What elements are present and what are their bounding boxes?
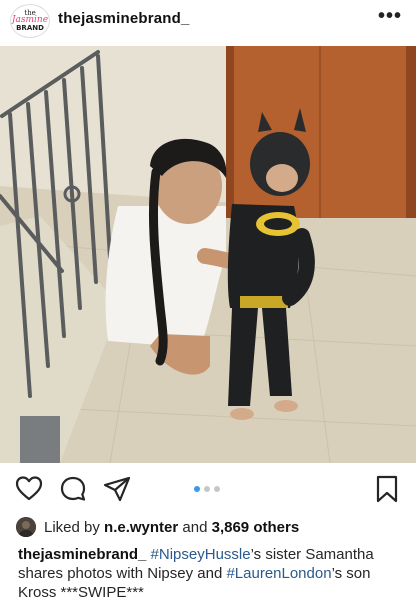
likes-count[interactable]: 3,869 others xyxy=(212,519,300,536)
likes-prefix: Liked by xyxy=(44,519,105,536)
likes-text: Liked by n.e.wynter and 3,869 others xyxy=(44,519,299,536)
post-image[interactable] xyxy=(0,46,416,463)
post-username[interactable]: thejasminebrand_ xyxy=(58,10,190,27)
hashtag-nipseyhussle[interactable]: #NipseyHussle xyxy=(151,546,251,563)
bookmark-icon[interactable] xyxy=(372,474,402,504)
heart-icon[interactable] xyxy=(14,474,44,504)
carousel-dot-active xyxy=(194,486,200,492)
action-bar xyxy=(0,470,416,506)
post-photo-illustration xyxy=(0,46,416,463)
liker-avatar[interactable] xyxy=(16,517,36,537)
profile-avatar[interactable]: the Jasmine BRAND xyxy=(10,4,50,38)
comment-icon[interactable] xyxy=(58,474,88,504)
likes-middle: and xyxy=(178,519,212,536)
more-horizontal-icon[interactable]: ••• xyxy=(378,5,402,28)
logo-text-brand: BRAND xyxy=(16,24,44,32)
caption-username[interactable]: thejasminebrand_ xyxy=(18,546,146,563)
carousel-dot xyxy=(214,486,220,492)
hashtag-laurenlondon[interactable]: #LaurenLondon xyxy=(226,565,331,582)
post-caption: thejasminebrand_ #NipseyHussle’s sister … xyxy=(18,545,408,602)
share-icon[interactable] xyxy=(102,474,132,504)
carousel-indicator xyxy=(194,486,224,492)
post-header: the Jasmine BRAND thejasminebrand_ ••• xyxy=(0,0,416,40)
carousel-dot xyxy=(204,486,210,492)
liker-username[interactable]: n.e.wynter xyxy=(104,519,178,536)
